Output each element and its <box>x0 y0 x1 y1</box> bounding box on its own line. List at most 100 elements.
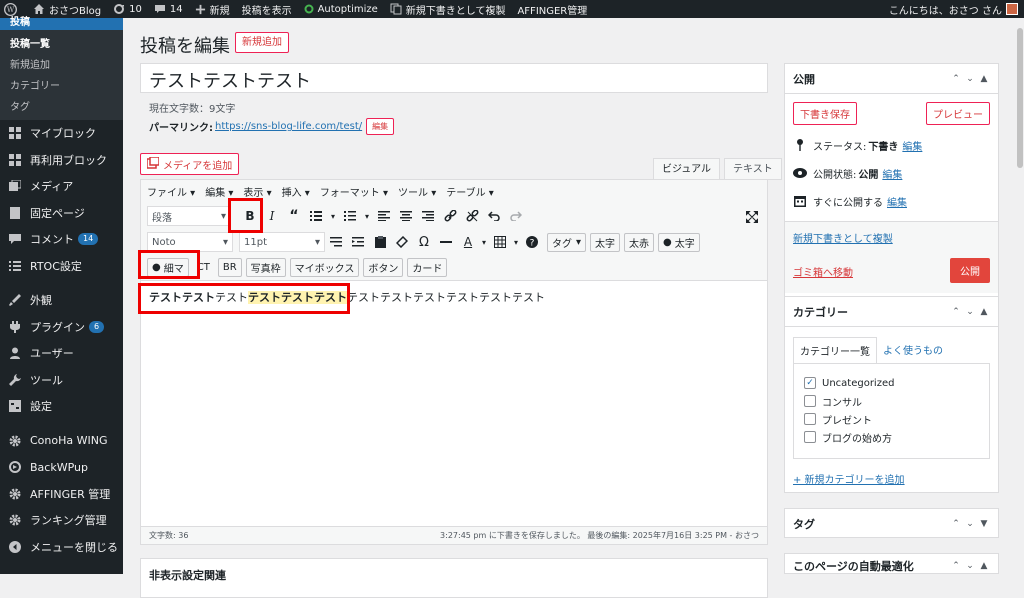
comments-link[interactable]: 14 <box>154 3 183 15</box>
edit-schedule-link[interactable]: 編集 <box>887 194 907 209</box>
bold-user-button[interactable]: ● 太字 <box>658 232 700 252</box>
menu-tools[interactable]: ツール ▾ <box>398 184 436 199</box>
tab-all-categories[interactable]: カテゴリー一覧 <box>793 337 877 363</box>
scrollbar-thumb[interactable] <box>1017 28 1023 168</box>
toggle-arrow-icon[interactable]: ▼ <box>978 519 990 529</box>
wordpress-logo-icon[interactable]: W <box>4 2 21 16</box>
chevron-up-icon[interactable]: ⌃ <box>950 307 962 317</box>
chevron-down-icon[interactable]: ⌄ <box>964 561 976 571</box>
chevron-down-icon[interactable]: ⌄ <box>964 307 976 317</box>
card-button[interactable]: カード <box>407 257 448 277</box>
photo-frame-button[interactable]: 写真枠 <box>245 257 286 277</box>
sidebar-item-appearance[interactable]: 外観 <box>0 287 123 314</box>
permalink-url-link[interactable]: https://sns-blog-life.com/test/ <box>215 121 362 132</box>
paste-icon[interactable] <box>369 231 391 253</box>
preview-button[interactable]: プレビュー <box>926 102 990 125</box>
submenu-categories[interactable]: カテゴリー <box>0 74 123 95</box>
align-left-icon[interactable] <box>373 205 395 227</box>
toggle-arrow-icon[interactable]: ▲ <box>978 74 990 84</box>
redo-icon[interactable] <box>505 205 527 227</box>
horizontal-rule-icon[interactable] <box>435 231 457 253</box>
edit-permalink-button[interactable]: 編集 <box>366 118 395 135</box>
duplicate-link[interactable]: 新規下書きとして複製 <box>390 2 505 17</box>
submenu-all-posts[interactable]: 投稿一覧 <box>0 32 123 53</box>
chevron-up-icon[interactable]: ⌃ <box>950 519 962 529</box>
add-category-link[interactable]: + 新規カテゴリーを追加 <box>793 471 990 486</box>
save-draft-button[interactable]: 下書き保存 <box>793 102 857 125</box>
unlink-icon[interactable] <box>461 205 483 227</box>
link-icon[interactable] <box>439 205 461 227</box>
list-item[interactable]: プレゼント <box>804 410 979 428</box>
italic-icon[interactable]: I <box>261 205 283 227</box>
bold-icon[interactable]: B <box>239 205 261 227</box>
chevron-down-icon[interactable]: ⌄ <box>964 74 976 84</box>
collapse-menu-button[interactable]: メニューを閉じる <box>0 534 123 561</box>
mybox-button[interactable]: マイボックス <box>289 257 360 277</box>
sidebar-item-comments[interactable]: コメント 14 <box>0 226 123 253</box>
toggle-arrow-icon[interactable]: ▲ <box>978 561 990 571</box>
bullet-list-icon[interactable] <box>305 205 327 227</box>
sidebar-item-pages[interactable]: 固定ページ <box>0 200 123 227</box>
menu-insert[interactable]: 挿入 ▾ <box>282 184 310 199</box>
sidebar-item-tools[interactable]: ツール <box>0 367 123 394</box>
sidebar-item-media[interactable]: メディア <box>0 173 123 200</box>
tab-visual[interactable]: ビジュアル <box>653 158 720 180</box>
editor-content[interactable]: テストテストテストテストテストテストテストテストテストテストテストテスト <box>149 289 545 305</box>
menu-format[interactable]: フォーマット ▾ <box>320 184 388 199</box>
indent-icon[interactable] <box>347 231 369 253</box>
tab-text[interactable]: テキスト <box>724 158 782 180</box>
submenu-add-new[interactable]: 新規追加 <box>0 53 123 74</box>
affinger-link[interactable]: AFFINGER管理 <box>517 2 587 17</box>
tag-dropdown[interactable]: タグ ▾ <box>547 232 587 252</box>
eraser-icon[interactable] <box>391 231 413 253</box>
post-title-input[interactable]: テストテストテスト <box>140 63 768 93</box>
list-item[interactable]: ✓ Uncategorized <box>804 374 979 392</box>
sidebar-item-reusable[interactable]: 再利用ブロック <box>0 147 123 174</box>
special-character-icon[interactable]: Ω <box>413 231 435 253</box>
sidebar-item-users[interactable]: ユーザー <box>0 340 123 367</box>
chevron-up-icon[interactable]: ⌃ <box>950 561 962 571</box>
font-family-select[interactable]: Noto ▾ <box>147 232 233 252</box>
font-size-select[interactable]: 11pt ▾ <box>239 232 325 252</box>
text-color-icon[interactable]: A <box>457 231 479 253</box>
align-right-icon[interactable] <box>417 205 439 227</box>
br-button[interactable]: BR <box>217 257 242 277</box>
checkbox[interactable] <box>804 395 816 407</box>
checkbox[interactable]: ✓ <box>804 377 816 389</box>
chevron-down-icon[interactable]: ⌄ <box>964 519 976 529</box>
sidebar-item-backwpup[interactable]: BackWPup <box>0 454 123 481</box>
menu-edit[interactable]: 編集 ▾ <box>205 184 233 199</box>
updates-link[interactable]: 10 <box>113 3 142 15</box>
page-scrollbar[interactable] <box>1016 18 1024 574</box>
edit-status-link[interactable]: 編集 <box>902 138 922 153</box>
autoptimize-link[interactable]: Autoptimize <box>304 4 378 15</box>
avatar[interactable] <box>1006 3 1018 15</box>
bold-jp-button[interactable]: 太字 <box>590 232 621 252</box>
view-post-link[interactable]: 投稿を表示 <box>242 2 292 17</box>
align-center-icon[interactable] <box>395 205 417 227</box>
sidebar-item-plugins[interactable]: プラグイン 6 <box>0 314 123 341</box>
submenu-tags[interactable]: タグ <box>0 95 123 116</box>
site-name-link[interactable]: おさつBlog <box>33 2 101 17</box>
trash-link[interactable]: ゴミ箱へ移動 <box>793 264 853 279</box>
publish-button[interactable]: 公開 <box>950 258 990 283</box>
bold-red-button[interactable]: 太赤 <box>624 232 655 252</box>
menu-table[interactable]: テーブル ▾ <box>446 184 494 199</box>
button-button[interactable]: ボタン <box>363 257 404 277</box>
help-icon[interactable]: ? <box>521 231 543 253</box>
menu-file[interactable]: ファイル ▾ <box>147 184 195 199</box>
sidebar-item-rtoc[interactable]: RTOC設定 <box>0 253 123 280</box>
chevron-down-icon[interactable]: ▾ <box>327 205 339 227</box>
sidebar-item-ranking[interactable]: ランキング管理 <box>0 507 123 534</box>
chevron-down-icon[interactable]: ▾ <box>361 205 373 227</box>
blockquote-icon[interactable]: “ <box>283 205 305 227</box>
chevron-down-icon[interactable]: ▾ <box>479 231 489 253</box>
sidebar-item-posts[interactable]: 投稿 <box>0 18 123 30</box>
list-item[interactable]: ブログの始め方 <box>804 428 979 446</box>
duplicate-draft-link[interactable]: 新規下書きとして複製 <box>793 234 893 245</box>
add-new-button[interactable]: 新規追加 <box>235 32 289 53</box>
chevron-down-icon[interactable]: ▾ <box>511 231 521 253</box>
edit-visibility-link[interactable]: 編集 <box>882 166 902 181</box>
undo-icon[interactable] <box>483 205 505 227</box>
format-select[interactable]: 段落 ▾ <box>147 206 231 226</box>
